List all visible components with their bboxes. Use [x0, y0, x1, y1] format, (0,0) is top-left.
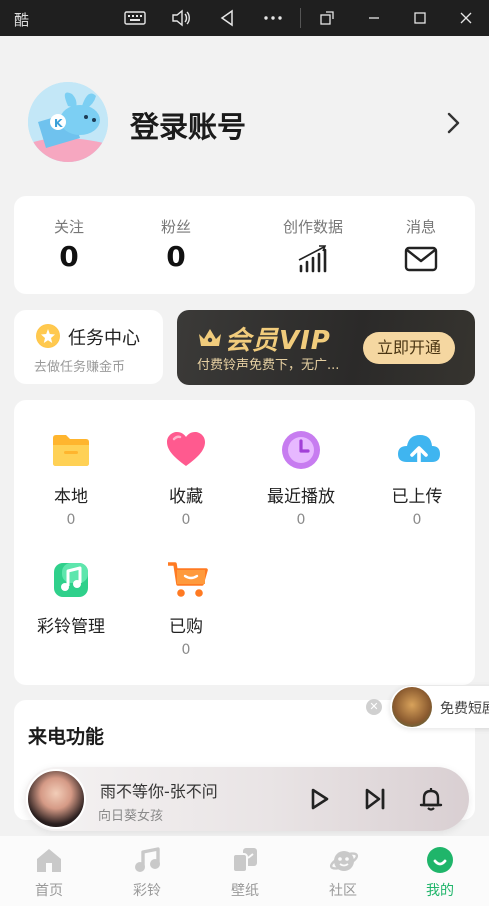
player-cover-art[interactable]	[26, 769, 86, 829]
vip-open-button[interactable]: 立即开通	[363, 332, 455, 364]
stat-value: 0	[166, 240, 186, 273]
coin-icon	[36, 324, 60, 348]
promo-floating-banner[interactable]: 免费短剧	[390, 686, 489, 728]
mail-icon	[404, 244, 438, 274]
keyboard-icon[interactable]	[118, 4, 152, 32]
back-icon[interactable]	[210, 4, 244, 32]
nav-label: 首页	[35, 883, 63, 899]
planet-icon	[329, 846, 359, 874]
nav-ringtone[interactable]: 彩铃	[98, 836, 196, 906]
stat-label: 粉丝	[160, 218, 191, 236]
vip-subtitle: 付费铃声免费下，无广...	[197, 358, 340, 373]
nav-label: 彩铃	[133, 883, 161, 899]
grid-item-count: 0	[296, 512, 306, 528]
next-track-icon[interactable]	[362, 786, 388, 812]
promo-text: 免费短剧	[440, 701, 489, 717]
nav-label: 壁纸	[231, 883, 259, 899]
grid-item-count: 0	[181, 512, 191, 528]
play-icon[interactable]	[306, 786, 332, 812]
grid-item-count: 0	[181, 642, 191, 658]
more-icon[interactable]	[256, 4, 290, 32]
grid-item-count: 0	[66, 512, 76, 528]
nav-community[interactable]: 社区	[294, 836, 392, 906]
stat-label: 消息	[405, 218, 436, 236]
music-note-icon	[51, 560, 91, 600]
music-icon	[133, 846, 161, 874]
grid-item-count: 0	[412, 512, 422, 528]
window-titlebar: 酷	[0, 0, 489, 36]
titlebar-divider	[300, 8, 301, 28]
avatar[interactable]: K	[28, 82, 108, 162]
bell-icon[interactable]	[418, 786, 444, 812]
cloud-upload-icon	[397, 430, 440, 470]
maximize-icon[interactable]	[403, 4, 437, 32]
grid-item-label: 彩铃管理	[37, 617, 105, 637]
grid-item-label: 已购	[169, 617, 203, 637]
home-icon	[35, 846, 63, 874]
wallpaper-icon	[231, 846, 259, 874]
task-center-title: 任务中心	[68, 328, 140, 349]
mini-player[interactable]: 雨不等你-张不问 向日葵女孩	[24, 767, 469, 831]
nav-label: 我的	[426, 883, 454, 899]
promo-thumbnail	[392, 687, 432, 727]
profile-icon	[426, 846, 454, 874]
feature-grid-card: 本地 0 收藏 0 最近播放 0 已上传 0 彩铃管理 已购 0	[14, 400, 475, 685]
window-title: 酷	[14, 11, 30, 29]
rotate-icon[interactable]	[310, 4, 344, 32]
folder-icon	[51, 430, 91, 470]
nav-home[interactable]: 首页	[0, 836, 98, 906]
bar-chart-icon	[296, 244, 330, 274]
vip-card[interactable]: 会员VIP 付费铃声免费下，无广... 立即开通	[177, 310, 475, 385]
login-label[interactable]: 登录账号	[130, 104, 246, 146]
grid-item-label: 收藏	[169, 487, 203, 507]
grid-item-label: 已上传	[391, 487, 443, 507]
grid-item-label: 本地	[54, 487, 88, 507]
stat-value: 0	[59, 240, 79, 273]
player-artist: 向日葵女孩	[98, 809, 164, 824]
clock-icon	[281, 430, 321, 470]
stat-label: 关注	[53, 218, 84, 236]
bottom-navigation: 首页 彩铃 壁纸 社区 我的	[0, 836, 489, 906]
crown-icon	[197, 326, 223, 348]
cart-icon	[166, 560, 208, 600]
task-center-card[interactable]: 任务中心 去做任务赚金币	[14, 310, 163, 384]
heart-icon	[166, 430, 206, 470]
stat-label: 创作数据	[282, 218, 343, 236]
nav-mine[interactable]: 我的	[391, 836, 489, 906]
promo-close-icon[interactable]: ✕	[366, 699, 382, 715]
stats-card: 关注 0 粉丝 0 创作数据 消息	[14, 196, 475, 294]
close-icon[interactable]	[449, 4, 483, 32]
vip-title: 会员VIP	[225, 326, 331, 356]
task-center-subtitle: 去做任务赚金币	[34, 360, 126, 375]
call-features-title: 来电功能	[28, 726, 105, 748]
player-song-title: 雨不等你-张不问	[100, 782, 218, 801]
volume-icon[interactable]	[164, 4, 198, 32]
svg-text:K: K	[54, 117, 63, 130]
minimize-icon[interactable]	[357, 4, 391, 32]
grid-item-label: 最近播放	[267, 487, 335, 507]
nav-wallpaper[interactable]: 壁纸	[196, 836, 294, 906]
chevron-right-icon[interactable]	[440, 110, 466, 136]
nav-label: 社区	[329, 883, 357, 899]
